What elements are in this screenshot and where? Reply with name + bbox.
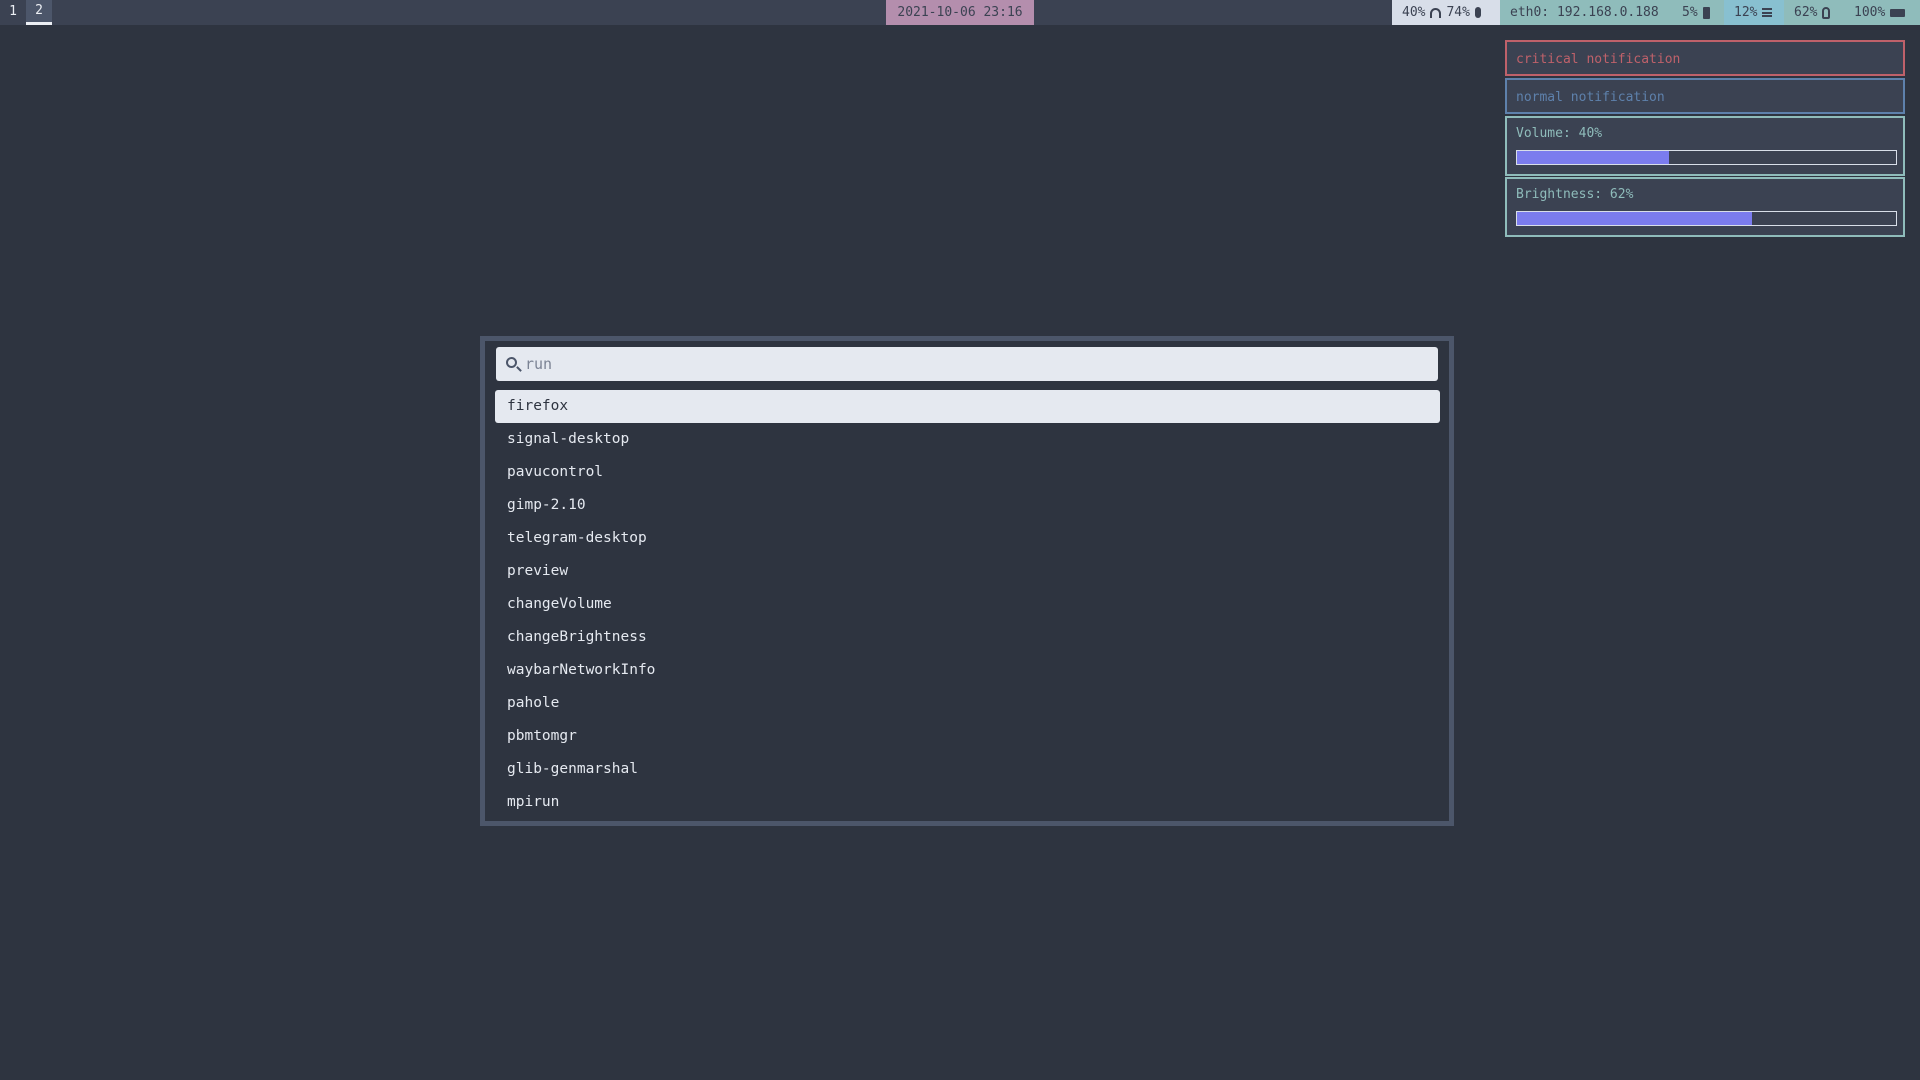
normal-notification-text: normal notification: [1516, 90, 1665, 105]
memory-module[interactable]: 12%: [1724, 0, 1784, 25]
volume-notification-label: Volume: 40%: [1516, 126, 1603, 141]
battery-icon: [1890, 8, 1906, 17]
status-modules: 40% 74% eth0: 192.168.0.188 5% 12% 62% 1…: [1392, 0, 1920, 25]
search-icon: [506, 356, 517, 368]
brightness-progress-fill: [1517, 212, 1752, 225]
workspace-switcher: 1 2: [0, 0, 52, 25]
normal-notification[interactable]: normal notification: [1505, 78, 1905, 114]
headphones-icon: [1430, 7, 1442, 18]
volume-value: 40%: [1402, 5, 1426, 20]
workspace-2-button[interactable]: 2: [26, 0, 52, 25]
search-bar[interactable]: [496, 347, 1438, 381]
network-module[interactable]: eth0: 192.168.0.188: [1500, 0, 1672, 25]
clock[interactable]: 2021-10-06 23:16: [886, 0, 1034, 25]
launcher-item[interactable]: signal-desktop: [495, 423, 1440, 456]
launcher-item[interactable]: pbmtomgr: [495, 720, 1440, 753]
launcher-item[interactable]: pahole: [495, 687, 1440, 720]
launcher-item[interactable]: waybarNetworkInfo: [495, 654, 1440, 687]
audio-module[interactable]: 40% 74%: [1392, 0, 1500, 25]
battery-module[interactable]: 100%: [1844, 0, 1920, 25]
memory-icon: [1762, 8, 1773, 17]
critical-notification[interactable]: critical notification: [1505, 40, 1905, 76]
battery-value: 100%: [1854, 5, 1886, 20]
brightness-notification[interactable]: Brightness: 62%: [1505, 177, 1905, 237]
launcher-item[interactable]: changeBrightness: [495, 621, 1440, 654]
workspace-1-button[interactable]: 1: [0, 0, 26, 25]
launcher-item[interactable]: pavucontrol: [495, 456, 1440, 489]
search-input[interactable]: [525, 355, 1438, 373]
launcher-item[interactable]: mpirun: [495, 786, 1440, 819]
launcher-item[interactable]: firefox: [495, 390, 1440, 423]
launcher-item[interactable]: glib-genmarshal: [495, 753, 1440, 786]
memory-value: 12%: [1734, 5, 1758, 20]
top-bar: 1 2 2021-10-06 23:16 40% 74% eth0: 192.1…: [0, 0, 1920, 25]
volume-progress-bar: [1516, 150, 1897, 165]
launcher-results-list: firefox signal-desktop pavucontrol gimp-2.1…: [490, 390, 1444, 819]
lightbulb-icon: [1822, 6, 1831, 19]
cpu-module[interactable]: 5%: [1672, 0, 1724, 25]
cpu-icon: [1702, 6, 1710, 19]
critical-notification-text: critical notification: [1516, 52, 1681, 67]
app-launcher: firefoxsignal-desktoppavucontrolgimp-2.1…: [480, 336, 1454, 826]
cpu-value: 5%: [1682, 5, 1698, 20]
brightness-notification-label: Brightness: 62%: [1516, 187, 1634, 202]
brightness-value: 62%: [1794, 5, 1818, 20]
volume-progress-fill: [1517, 151, 1669, 164]
launcher-item[interactable]: changeVolume: [495, 588, 1440, 621]
launcher-item[interactable]: gimp-2.10: [495, 489, 1440, 522]
brightness-module[interactable]: 62%: [1784, 0, 1844, 25]
network-info: eth0: 192.168.0.188: [1510, 5, 1659, 20]
launcher-item[interactable]: telegram-desktop: [495, 522, 1440, 555]
launcher-item[interactable]: preview: [495, 555, 1440, 588]
mic-value: 74%: [1446, 5, 1470, 20]
brightness-progress-bar: [1516, 211, 1897, 226]
microphone-icon: [1474, 7, 1481, 18]
volume-notification[interactable]: Volume: 40%: [1505, 116, 1905, 176]
